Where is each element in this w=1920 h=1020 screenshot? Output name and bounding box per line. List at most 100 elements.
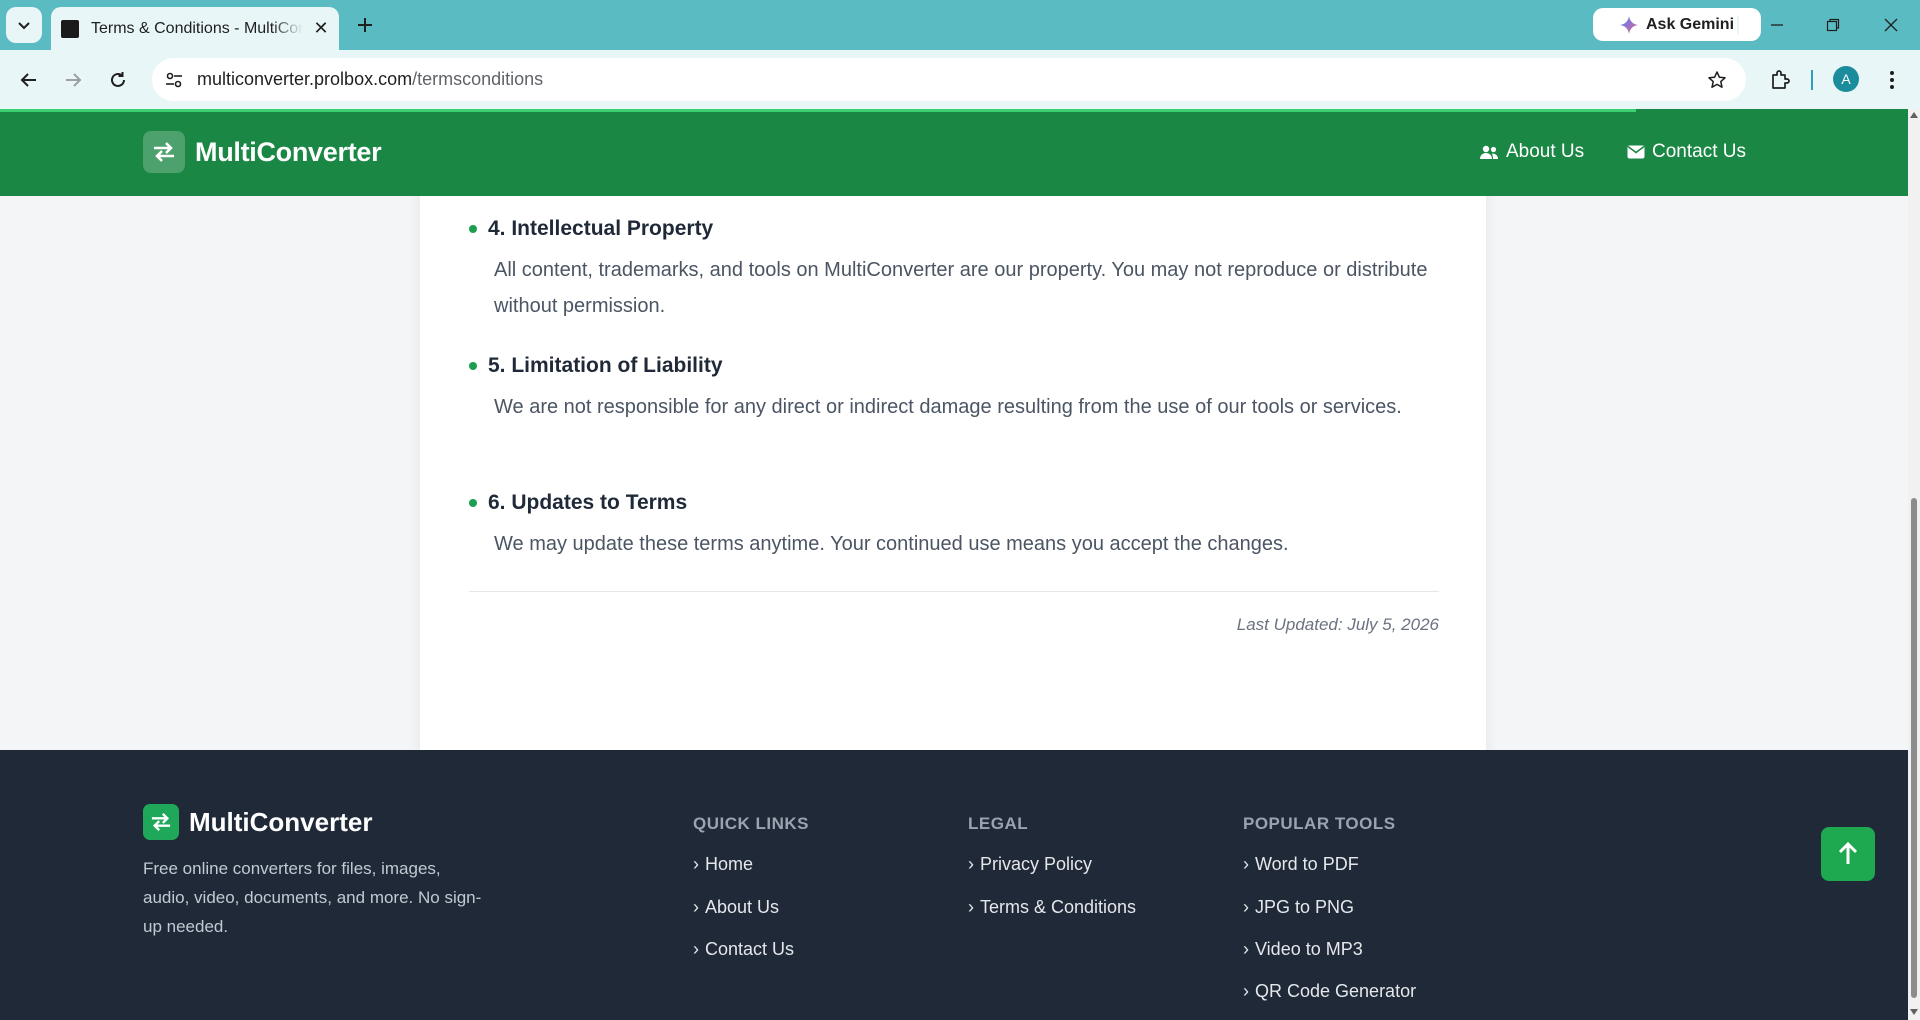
puzzle-icon xyxy=(1772,70,1790,89)
toolbar-separator xyxy=(1811,70,1813,90)
gemini-sparkle-icon xyxy=(1619,15,1638,34)
tab-title: Terms & Conditions - MultiConverter xyxy=(91,19,303,37)
footer-link-qr-code-generator[interactable]: › QR Code Generator xyxy=(1243,981,1416,1002)
back-button[interactable] xyxy=(14,65,44,95)
tab-close-icon[interactable]: ✕ xyxy=(311,18,331,39)
section-title: 5. Limitation of Liability xyxy=(488,354,723,377)
footer-heading-popular-tools: POPULAR TOOLS xyxy=(1243,814,1396,833)
section-body-4: All content, trademarks, and tools on Mu… xyxy=(494,259,1428,317)
extensions-button[interactable] xyxy=(1766,66,1794,94)
card-divider xyxy=(469,591,1439,592)
scrollbar-thumb[interactable] xyxy=(1911,498,1917,998)
arrow-left-icon xyxy=(20,73,36,87)
triangle-down-icon xyxy=(1910,1009,1918,1015)
nav-contact-label: Contact Us xyxy=(1652,141,1746,162)
footer-brand-name: MultiConverter xyxy=(189,806,373,837)
close-window-button[interactable] xyxy=(1876,10,1906,40)
section-body-5: We are not responsible for any direct or… xyxy=(494,396,1402,418)
back-to-top-button[interactable] xyxy=(1821,827,1875,881)
chevron-right-icon: › xyxy=(968,854,974,874)
footer-heading-legal: LEGAL xyxy=(968,814,1029,833)
footer-logo-box xyxy=(143,804,179,840)
bullet-dot xyxy=(469,225,477,233)
bullet-dot xyxy=(469,499,477,507)
footer-link-contact[interactable]: › Contact Us xyxy=(693,939,794,960)
scroll-down-arrow[interactable] xyxy=(1909,1008,1919,1016)
new-tab-button[interactable] xyxy=(350,10,380,40)
close-icon xyxy=(1884,18,1898,32)
logo-box xyxy=(143,131,185,173)
chevron-right-icon: › xyxy=(1243,939,1249,959)
tune-icon xyxy=(166,72,182,88)
section-title: 4. Intellectual Property xyxy=(488,217,714,240)
section-heading-5: 5. Limitation of Liability xyxy=(469,354,723,378)
nav-about-label: About Us xyxy=(1506,141,1585,162)
footer-link-label: Contact Us xyxy=(705,939,795,959)
minimize-icon xyxy=(1771,24,1783,26)
chevron-right-icon: › xyxy=(968,897,974,917)
section-heading-4: 4. Intellectual Property xyxy=(469,217,713,241)
reload-icon xyxy=(111,72,125,87)
chevron-right-icon: › xyxy=(1243,897,1249,917)
plus-icon xyxy=(358,18,372,32)
footer-description: Free online converters for files, images… xyxy=(143,859,482,936)
site-info-button[interactable] xyxy=(161,67,187,93)
footer-link-home[interactable]: › Home xyxy=(693,854,753,875)
terms-card xyxy=(420,109,1486,799)
users-icon xyxy=(1480,145,1498,159)
section-body-6: We may update these terms anytime. Your … xyxy=(494,533,1289,555)
scroll-progress-bar xyxy=(0,109,1636,112)
reload-button[interactable] xyxy=(103,65,133,95)
footer-link-privacy[interactable]: › Privacy Policy xyxy=(968,854,1092,875)
footer-link-label: Privacy Policy xyxy=(980,854,1093,874)
site-footer: MultiConverter Free online converters fo… xyxy=(0,750,1908,1020)
chevron-right-icon: › xyxy=(693,854,699,874)
footer-link-label: Video to MP3 xyxy=(1255,939,1363,959)
footer-link-label: Word to PDF xyxy=(1255,854,1359,874)
section-title: 6. Updates to Terms xyxy=(488,491,688,514)
footer-link-label: JPG to PNG xyxy=(1255,897,1355,917)
chevron-down-icon xyxy=(18,22,30,30)
footer-link-label: Home xyxy=(705,854,754,874)
chevron-right-icon: › xyxy=(693,939,699,959)
address-bar[interactable]: multiconverter.prolbox.com/termsconditio… xyxy=(152,58,1746,101)
more-vertical-icon xyxy=(1890,71,1894,89)
browser-tab-active[interactable]: Terms & Conditions - MultiConverter ✕ xyxy=(51,7,339,50)
footer-link-jpg-to-png[interactable]: › JPG to PNG xyxy=(1243,897,1354,918)
footer-link-label: About Us xyxy=(705,897,780,917)
footer-link-about[interactable]: › About Us xyxy=(693,897,779,918)
section-heading-6: 6. Updates to Terms xyxy=(469,491,687,515)
arrow-right-icon xyxy=(66,73,82,87)
minimize-button[interactable] xyxy=(1762,10,1792,40)
header-logo-link[interactable]: MultiConverter xyxy=(143,131,382,173)
footer-heading-quick-links: QUICK LINKS xyxy=(693,814,809,833)
footer-link-terms[interactable]: › Terms & Conditions xyxy=(968,897,1136,918)
footer-link-video-to-mp3[interactable]: › Video to MP3 xyxy=(1243,939,1363,960)
restore-button[interactable] xyxy=(1818,10,1848,40)
chevron-right-icon: › xyxy=(1243,981,1249,1001)
exchange-arrows-icon xyxy=(151,812,171,832)
brand-name: MultiConverter xyxy=(195,136,382,167)
page-viewport: 4. Intellectual Property All content, tr… xyxy=(0,109,1908,1020)
site-header: MultiConverter About Us Contact Us xyxy=(0,109,1908,196)
footer-link-word-to-pdf[interactable]: › Word to PDF xyxy=(1243,854,1359,875)
chevron-right-icon: › xyxy=(1243,854,1249,874)
toolbar-divider xyxy=(1737,16,1739,34)
url-path: /termsconditions xyxy=(412,69,544,89)
url-host: multiconverter.prolbox.com xyxy=(197,69,413,89)
exchange-arrows-icon xyxy=(154,142,174,162)
nav-about-us[interactable]: About Us xyxy=(1479,141,1584,163)
star-icon xyxy=(1708,71,1726,88)
footer-logo[interactable]: MultiConverter xyxy=(143,804,372,840)
bookmark-star-button[interactable] xyxy=(1704,67,1730,93)
browser-menu-button[interactable] xyxy=(1878,66,1906,94)
chevron-right-icon: › xyxy=(693,897,699,917)
forward-button[interactable] xyxy=(58,65,88,95)
url-text: multiconverter.prolbox.com/termsconditio… xyxy=(197,69,543,90)
last-updated-text: Last Updated: July 5, 2026 xyxy=(1236,615,1439,634)
profile-avatar[interactable]: A xyxy=(1833,66,1859,92)
ask-gemini-button[interactable]: Ask Gemini xyxy=(1593,8,1761,41)
nav-contact-us[interactable]: Contact Us xyxy=(1627,141,1746,163)
tab-search-button[interactable] xyxy=(6,7,42,43)
scroll-up-arrow[interactable] xyxy=(1909,111,1919,119)
